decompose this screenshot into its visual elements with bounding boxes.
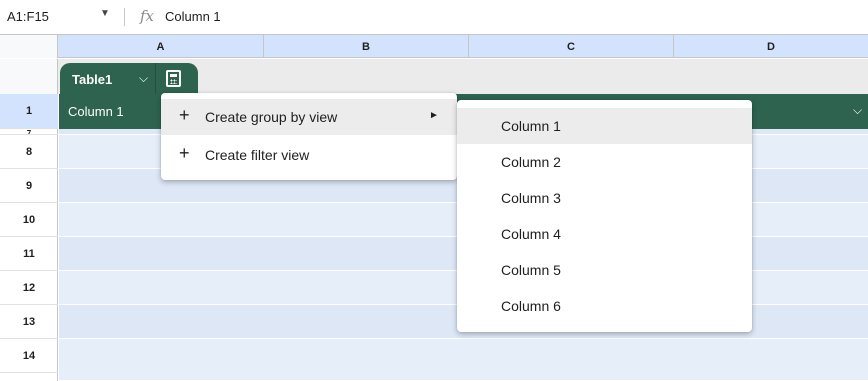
submenu-item-column-5[interactable]: Column 5	[457, 252, 752, 288]
chevron-down-icon[interactable]: ⌵	[853, 103, 862, 118]
submenu-item-label: Column 5	[501, 262, 561, 278]
row-gutter	[0, 59, 58, 94]
fx-icon: fx	[140, 7, 155, 25]
select-all-corner[interactable]	[0, 35, 58, 58]
submenu-arrow-icon: ►	[429, 110, 439, 121]
plus-icon: +	[179, 143, 190, 163]
table-chip: Table1 ⌵	[60, 63, 198, 94]
chevron-down-icon[interactable]: ⌵	[139, 71, 148, 86]
submenu-item-label: Column 3	[501, 190, 561, 206]
formula-bar: A1:F15 ▼ fx Column 1	[0, 0, 868, 34]
submenu-item-column-6[interactable]: Column 6	[457, 288, 752, 324]
submenu-item-label: Column 1	[501, 118, 561, 134]
submenu-item-column-1[interactable]: Column 1	[457, 108, 752, 144]
submenu-item-label: Column 6	[501, 298, 561, 314]
submenu-item-label: Column 2	[501, 154, 561, 170]
table-row[interactable]	[59, 339, 868, 381]
row-number-8[interactable]: 8	[0, 135, 58, 169]
row-number-9[interactable]: 9	[0, 169, 58, 203]
submenu-item-column-2[interactable]: Column 2	[457, 144, 752, 180]
formula-bar-divider	[124, 8, 125, 26]
menu-item-label: Create filter view	[205, 147, 310, 163]
menu-item-create-group-by-view[interactable]: + Create group by view ►	[161, 99, 457, 135]
row-number-11[interactable]: 11	[0, 237, 58, 271]
column-header-c[interactable]: C	[469, 35, 674, 58]
row-number-12[interactable]: 12	[0, 271, 58, 305]
chip-divider	[155, 63, 156, 94]
formula-input[interactable]: Column 1	[165, 9, 221, 24]
name-box[interactable]: A1:F15	[7, 9, 49, 24]
table-header-cell[interactable]: Column 1	[68, 104, 124, 119]
submenu-item-label: Column 4	[501, 226, 561, 242]
table-name-button[interactable]: Table1	[72, 72, 112, 87]
column-header-row: A B C D	[0, 34, 868, 58]
submenu-item-column-4[interactable]: Column 4	[457, 216, 752, 252]
row-number-14[interactable]: 14	[0, 339, 58, 373]
submenu-item-column-3[interactable]: Column 3	[457, 180, 752, 216]
menu-item-label: Create group by view	[205, 109, 338, 125]
table-context-menu: + Create group by view ► + Create filter…	[161, 93, 457, 180]
column-header-a[interactable]: A	[58, 35, 264, 58]
column-header-b[interactable]: B	[264, 35, 469, 58]
plus-icon: +	[179, 105, 190, 125]
column-header-d[interactable]: D	[674, 35, 868, 58]
row-number-1[interactable]: 1	[0, 94, 58, 129]
name-box-dropdown-icon[interactable]: ▼	[100, 8, 110, 19]
row-number-column: 1 7 8 9 10 11 12 13 14	[0, 94, 58, 381]
row-number-10[interactable]: 10	[0, 203, 58, 237]
calculator-icon[interactable]	[166, 70, 181, 87]
table-name-bar: Table1 ⌵	[0, 59, 868, 94]
row-number-13[interactable]: 13	[0, 305, 58, 339]
menu-item-create-filter-view[interactable]: + Create filter view	[161, 137, 457, 173]
group-by-column-submenu: Column 1 Column 2 Column 3 Column 4 Colu…	[457, 100, 752, 332]
